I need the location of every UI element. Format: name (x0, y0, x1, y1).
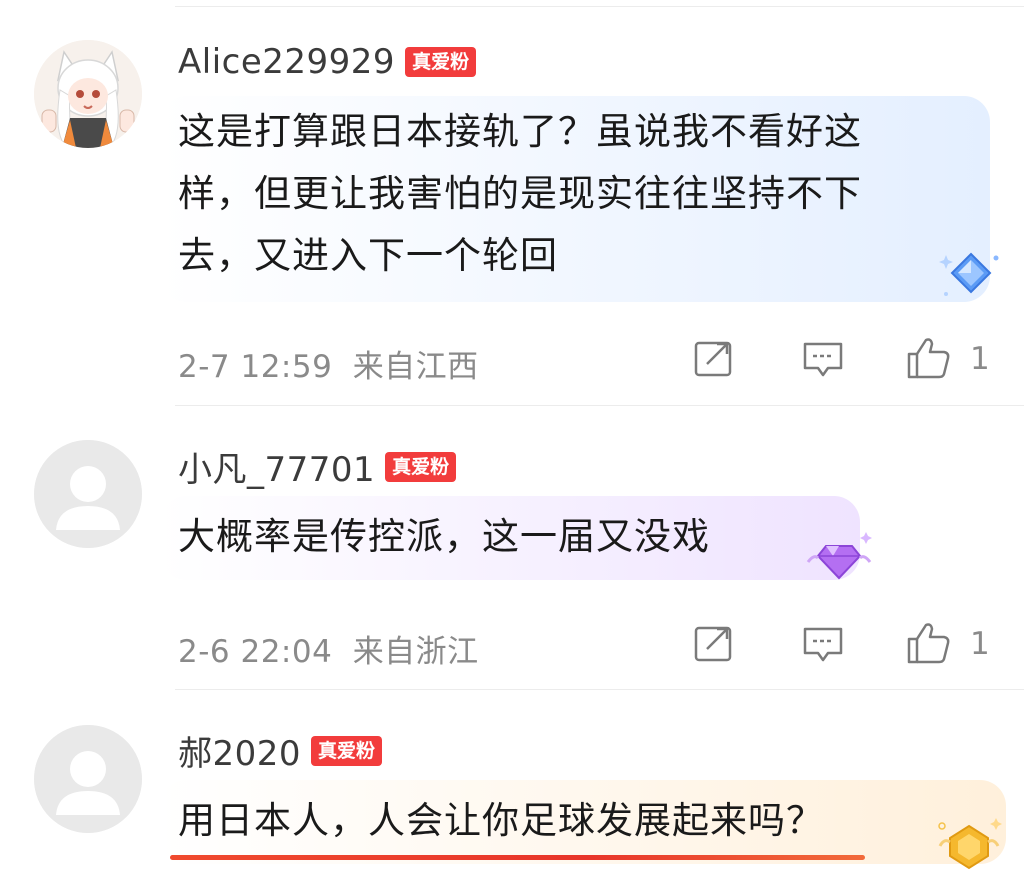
gold-diamond-icon (938, 818, 1002, 870)
fan-badge: 真爱粉 (311, 735, 383, 766)
comment-text: 用日本人，人会让你足球发展起来吗？ (178, 799, 824, 842)
username[interactable]: 郝2020 (178, 726, 301, 775)
comment-item: 郝2020 真爱粉 用日本人，人会让你足球发展起来吗？ (0, 0, 1024, 895)
name-row: 郝2020 真爱粉 (178, 726, 383, 775)
highlight-underline (170, 855, 865, 860)
avatar[interactable] (34, 725, 142, 833)
